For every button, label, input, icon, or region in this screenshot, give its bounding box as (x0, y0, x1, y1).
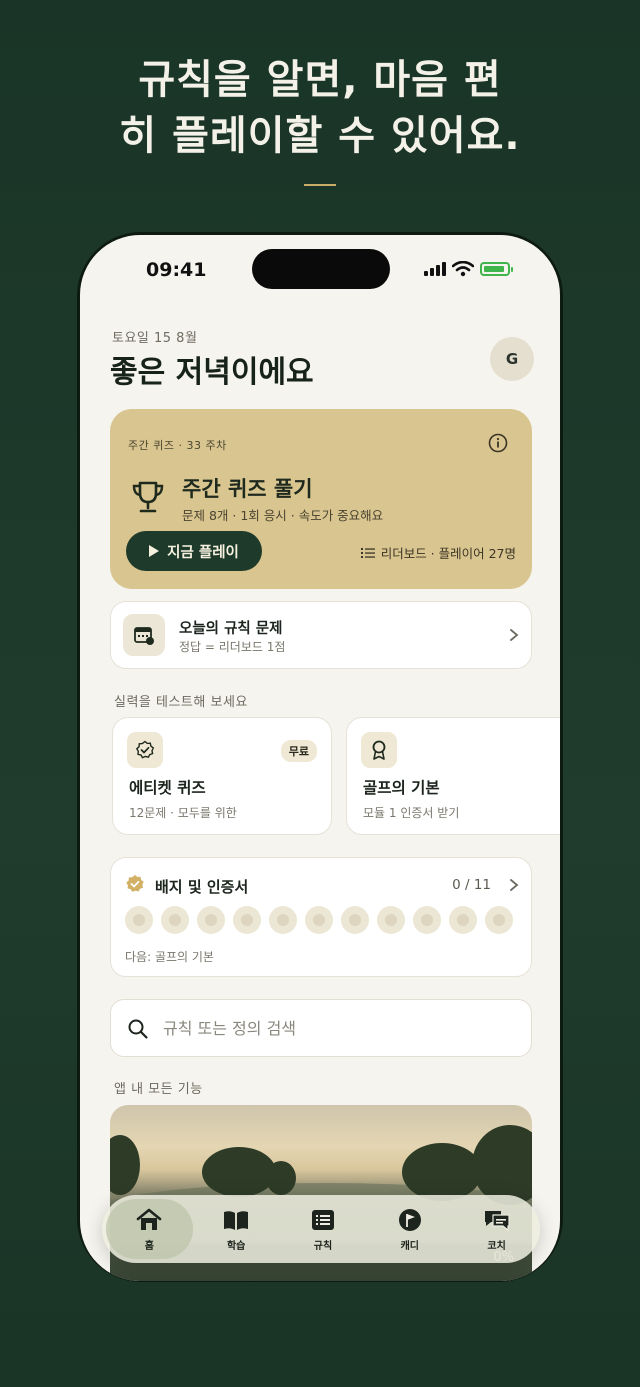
battery-icon (480, 262, 513, 276)
badge-slot (449, 906, 477, 934)
golf-basics-subtitle: 모듈 1 인증서 받기 (363, 806, 460, 820)
leaderboard-label: 리더보드 · 플레이어 27명 (380, 546, 516, 561)
tab-rules[interactable]: 규칙 (280, 1199, 367, 1259)
chat-icon (484, 1210, 510, 1231)
badge-slot (197, 906, 225, 934)
badge-slot (125, 906, 153, 934)
badge-slot (377, 906, 405, 934)
search-bar[interactable] (110, 999, 532, 1057)
app-screen: 09:41 토요일 15 8월 좋은 저녁이에요 G 주간 퀴즈 · 33 주차 (80, 235, 560, 1281)
badge-slot (341, 906, 369, 934)
flag-icon (398, 1208, 421, 1231)
bottom-tab-bar: 홈 학습 규칙 캐디 코치 (102, 1195, 540, 1263)
chevron-right-icon (510, 879, 519, 891)
daily-rule-title: 오늘의 규칙 문제 (179, 621, 283, 637)
greeting-title: 좋은 저녁이에요 (110, 355, 314, 390)
book-icon (224, 1210, 249, 1230)
tab-caddie[interactable]: 캐디 (366, 1199, 453, 1259)
badge-slot (269, 906, 297, 934)
badge-slot (161, 906, 189, 934)
headline: 규칙을 알면, 마음 편 히 플레이할 수 있어요. (0, 52, 640, 164)
badge-slot (485, 906, 513, 934)
tab-coach-label: 코치 (487, 1240, 506, 1252)
etiquette-quiz-title: 에티켓 퀴즈 (129, 779, 206, 797)
golf-basics-card[interactable]: 골프의 기본 모듈 1 인증서 받기 (346, 717, 560, 835)
headline-line-2: 히 플레이할 수 있어요. (119, 113, 521, 159)
wifi-icon (452, 261, 474, 277)
search-icon (128, 1019, 148, 1039)
test-section-label: 실력을 테스트해 보세요 (114, 695, 248, 710)
cellular-signal-icon (424, 262, 446, 276)
headline-divider (304, 184, 336, 186)
tab-learn[interactable]: 학습 (193, 1199, 280, 1259)
headline-line-1: 규칙을 알면, 마음 편 (138, 57, 502, 103)
play-icon (149, 545, 160, 557)
features-section-label: 앱 내 모든 기능 (114, 1082, 203, 1097)
play-now-label: 지금 플레이 (167, 544, 239, 561)
badge-slot (305, 906, 333, 934)
daily-rule-card[interactable]: 오늘의 규칙 문제 정답 = 리더보드 1점 (110, 601, 532, 669)
phone-frame: 09:41 토요일 15 8월 좋은 저녁이에요 G 주간 퀴즈 · 33 주차 (77, 232, 563, 1282)
award-ribbon-icon (361, 732, 397, 768)
avatar[interactable]: G (490, 337, 534, 381)
tab-home-label: 홈 (144, 1240, 154, 1252)
home-icon (137, 1208, 162, 1230)
status-time: 09:41 (146, 259, 207, 281)
tab-caddie-label: 캐디 (400, 1240, 419, 1252)
quiz-subtitle: 문제 8개 · 1회 응시 · 속도가 중요해요 (182, 508, 384, 523)
tab-home[interactable]: 홈 (106, 1199, 193, 1259)
badges-card[interactable]: 배지 및 인증서 0 / 11 다음: 골프의 기본 (110, 857, 532, 977)
trophy-icon (132, 481, 164, 513)
badge-slot (413, 906, 441, 934)
hero-tree (266, 1161, 296, 1195)
rules-list-icon (311, 1209, 334, 1230)
tab-rules-label: 규칙 (313, 1240, 333, 1252)
badges-next-label: 다음: 골프의 기본 (125, 950, 214, 964)
hero-tree (402, 1143, 482, 1201)
tab-learn-label: 학습 (226, 1240, 246, 1252)
search-input[interactable] (163, 1000, 513, 1056)
check-badge-icon (127, 732, 163, 768)
play-now-button[interactable]: 지금 플레이 (126, 531, 262, 571)
info-icon[interactable] (488, 433, 508, 453)
verified-badge-icon (126, 875, 144, 892)
quiz-kicker: 주간 퀴즈 · 33 주차 (128, 439, 227, 452)
badge-slot (233, 906, 261, 934)
status-icons (424, 261, 513, 277)
dynamic-island (252, 249, 390, 289)
date-label: 토요일 15 8월 (112, 331, 198, 346)
etiquette-quiz-subtitle: 12문제 · 모두를 위한 (129, 806, 237, 820)
badges-count: 0 / 11 (452, 877, 491, 893)
weekly-quiz-card[interactable]: 주간 퀴즈 · 33 주차 주간 퀴즈 풀기 문제 8개 · 1회 응시 · 속… (110, 409, 532, 589)
badge-row (125, 906, 513, 934)
tab-coach[interactable]: 코치 (453, 1199, 540, 1259)
etiquette-quiz-card[interactable]: 무료 에티켓 퀴즈 12문제 · 모두를 위한 (112, 717, 332, 835)
free-badge: 무료 (280, 740, 317, 762)
chevron-right-icon (510, 629, 519, 641)
quiz-title: 주간 퀴즈 풀기 (182, 477, 313, 501)
hero-tree (110, 1135, 140, 1195)
daily-rule-subtitle: 정답 = 리더보드 1점 (179, 640, 286, 654)
hero-tree (202, 1147, 276, 1197)
badges-title: 배지 및 인증서 (155, 878, 249, 896)
list-icon (360, 547, 375, 558)
golf-basics-title: 골프의 기본 (363, 779, 440, 797)
leaderboard-link[interactable]: 리더보드 · 플레이어 27명 (360, 543, 516, 562)
calendar-icon (123, 614, 165, 656)
